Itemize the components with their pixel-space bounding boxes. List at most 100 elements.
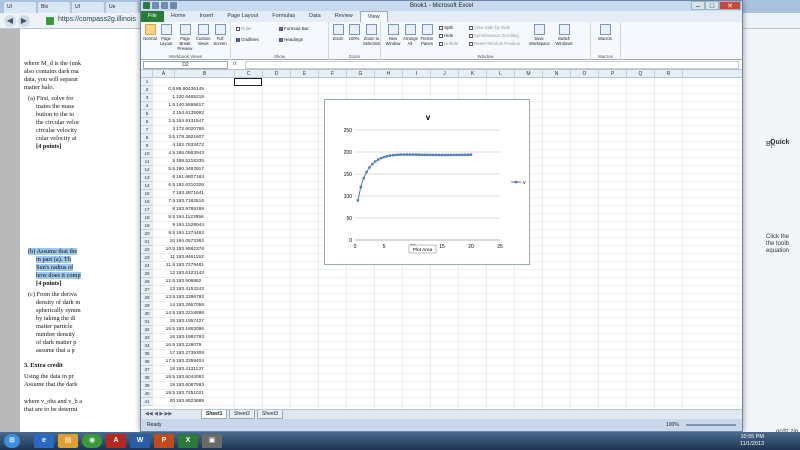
cell-radius[interactable]: 4: [161, 142, 175, 150]
row-header[interactable]: 41: [141, 398, 153, 406]
row-header[interactable]: 37: [141, 366, 153, 374]
row-header[interactable]: 19: [141, 222, 153, 230]
cell-velocity[interactable]: 193.4131137: [176, 366, 236, 374]
tab-review[interactable]: Review: [328, 11, 360, 22]
cell-velocity[interactable]: 193.2667058: [176, 302, 236, 310]
cell-velocity[interactable]: 182.7633472: [176, 142, 236, 150]
column-header[interactable]: P: [599, 70, 627, 78]
redo-icon[interactable]: [170, 2, 177, 9]
explorer-icon[interactable]: ▤: [58, 434, 78, 448]
cell-velocity[interactable]: 193.2739308: [176, 350, 236, 358]
row-header[interactable]: 33: [141, 334, 153, 342]
column-header[interactable]: K: [459, 70, 487, 78]
cell-velocity[interactable]: 120.6465218: [176, 94, 236, 102]
cell-velocity[interactable]: 186.0563943: [176, 150, 236, 158]
cell-velocity[interactable]: 193.7251021: [176, 390, 236, 398]
cell-velocity[interactable]: 188.5218335: [176, 158, 236, 166]
cell-radius[interactable]: 12: [161, 270, 175, 278]
cell-velocity[interactable]: 193.228076: [176, 342, 236, 350]
cell-velocity[interactable]: 193.2218898: [176, 310, 236, 318]
column-header[interactable]: A: [153, 70, 175, 78]
tab-page-layout[interactable]: Page Layout: [220, 11, 265, 22]
column-header[interactable]: M: [515, 70, 543, 78]
cell-velocity[interactable]: 194.1274462: [176, 230, 236, 238]
cell-velocity[interactable]: 193.7279481: [176, 262, 236, 270]
save-workspace-button[interactable]: Save Workspace: [529, 23, 550, 46]
headings-checkbox[interactable]: Headings: [279, 37, 303, 42]
cell-velocity[interactable]: 192.6310326: [176, 182, 236, 190]
zoom-button[interactable]: Zoom: [331, 23, 345, 41]
cell-velocity[interactable]: 193.506862: [176, 278, 236, 286]
save-icon[interactable]: [152, 2, 159, 9]
cell-radius[interactable]: 18: [161, 366, 175, 374]
tab-view[interactable]: View: [359, 11, 388, 22]
cell-velocity[interactable]: 194.0573362: [176, 238, 236, 246]
cell-radius[interactable]: 15.5: [161, 326, 175, 334]
column-header[interactable]: O: [571, 70, 599, 78]
cell-radius[interactable]: 20: [161, 398, 175, 406]
browser-tab[interactable]: Blo: [38, 2, 70, 13]
column-header[interactable]: B: [175, 70, 235, 78]
cell-velocity[interactable]: 193.6087593: [176, 382, 236, 390]
row-header[interactable]: 8: [141, 134, 153, 142]
reset-window-position-button[interactable]: Reset Window Position: [469, 41, 520, 46]
view-side-by-side-button[interactable]: View Side by Side: [469, 25, 510, 30]
ruler-checkbox[interactable]: Ruler: [236, 26, 252, 31]
unhide-button[interactable]: Unhide: [439, 41, 458, 46]
cell-velocity[interactable]: 193.4153242: [176, 286, 236, 294]
zoom-100-button[interactable]: 100%: [347, 23, 361, 41]
row-header[interactable]: 21: [141, 238, 153, 246]
minimize-button[interactable]: –: [691, 1, 705, 10]
cell-radius[interactable]: 8.5: [161, 214, 175, 222]
cell-radius[interactable]: 15: [161, 318, 175, 326]
cell-radius[interactable]: 12.5: [161, 278, 175, 286]
cell-velocity[interactable]: 193.1957427: [176, 318, 236, 326]
cell-radius[interactable]: 1: [161, 94, 175, 102]
row-header[interactable]: 9: [141, 142, 153, 150]
cell-radius[interactable]: 16: [161, 334, 175, 342]
formula-input[interactable]: [245, 61, 739, 69]
browser-tab[interactable]: UI: [4, 2, 36, 13]
cell-radius[interactable]: 1.5: [161, 102, 175, 110]
cell-velocity[interactable]: 194.1528944: [176, 222, 236, 230]
cell-velocity[interactable]: 191.6807184: [176, 174, 236, 182]
cell-velocity[interactable]: 190.3483917: [176, 166, 236, 174]
name-box[interactable]: D2: [143, 61, 228, 69]
row-header[interactable]: 35: [141, 350, 153, 358]
row-header[interactable]: 32: [141, 326, 153, 334]
column-header[interactable]: E: [291, 70, 319, 78]
browser-tab[interactable]: Ue: [106, 2, 138, 13]
row-header[interactable]: 25: [141, 270, 153, 278]
row-header[interactable]: 40: [141, 390, 153, 398]
tab-data[interactable]: Data: [302, 11, 328, 22]
url-field[interactable]: https://compass2g.illinois: [58, 16, 148, 26]
zoom-level[interactable]: 100%: [666, 419, 679, 431]
row-header[interactable]: 29: [141, 302, 153, 310]
gridlines-checkbox[interactable]: Gridlines: [236, 37, 259, 42]
cell-radius[interactable]: 13: [161, 286, 175, 294]
hide-button[interactable]: Hide: [439, 33, 453, 38]
cell-radius[interactable]: 13.5: [161, 294, 175, 302]
excel-taskbar-icon[interactable]: X: [178, 434, 198, 448]
column-header[interactable]: I: [403, 70, 431, 78]
clock[interactable]: 10:55 PM 11/1/2013: [740, 434, 764, 448]
cell-velocity[interactable]: 193.8523889: [176, 398, 236, 406]
cell-radius[interactable]: 5.5: [161, 166, 175, 174]
row-header[interactable]: 26: [141, 278, 153, 286]
cell-velocity[interactable]: 193.2871641: [176, 190, 236, 198]
cell-velocity[interactable]: 193.1992793: [176, 334, 236, 342]
normal-view-button[interactable]: Normal: [143, 23, 157, 41]
cell-radius[interactable]: 2.5: [161, 118, 175, 126]
tab-formulas[interactable]: Formulas: [265, 11, 302, 22]
tab-home[interactable]: Home: [164, 11, 193, 22]
close-button[interactable]: ✕: [719, 1, 741, 10]
cell-velocity[interactable]: 193.6123142: [176, 270, 236, 278]
cell-velocity[interactable]: 193.3359404: [176, 358, 236, 366]
row-header[interactable]: 30: [141, 310, 153, 318]
undo-icon[interactable]: [161, 2, 168, 9]
cell-radius[interactable]: 17: [161, 350, 175, 358]
zoom-to-selection-button[interactable]: Zoom to Selection: [363, 23, 380, 46]
cell-radius[interactable]: 3.5: [161, 134, 175, 142]
cell-radius[interactable]: 18.5: [161, 374, 175, 382]
row-header[interactable]: 38: [141, 374, 153, 382]
